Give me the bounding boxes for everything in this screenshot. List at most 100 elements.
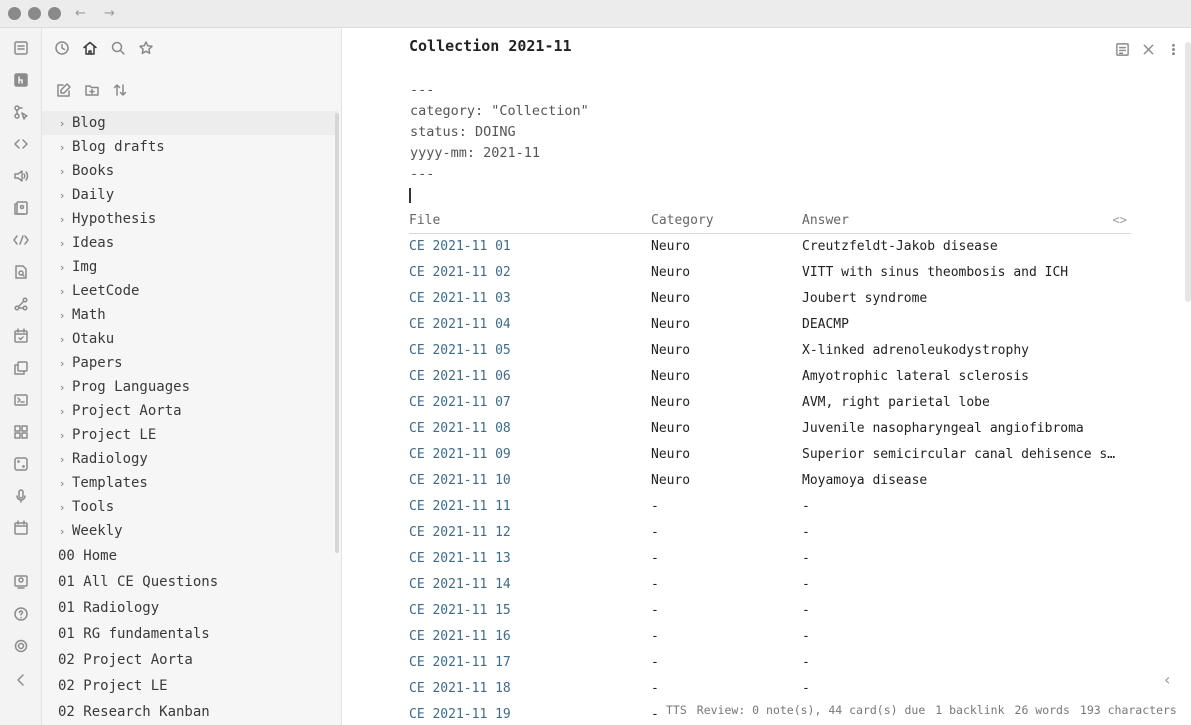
folder-blog-drafts[interactable]: › Blog drafts xyxy=(42,135,338,159)
frontmatter-line[interactable]: --- xyxy=(410,166,434,182)
help-icon[interactable] xyxy=(12,605,30,623)
file-link[interactable]: CE 2021-11 16 xyxy=(409,629,511,644)
frontmatter-line[interactable]: --- xyxy=(410,82,434,98)
file-link[interactable]: CE 2021-11 08 xyxy=(409,421,511,436)
more-options-icon[interactable] xyxy=(1164,40,1182,58)
file-explorer-icon[interactable] xyxy=(12,39,30,57)
file-link[interactable]: CE 2021-11 11 xyxy=(409,499,511,514)
minimize-window-button[interactable] xyxy=(28,7,41,20)
file-link[interactable]: CE 2021-11 03 xyxy=(409,291,511,306)
answer-cell: - xyxy=(802,525,810,540)
file-link[interactable]: CE 2021-11 17 xyxy=(409,655,511,670)
file-02-project-aorta[interactable]: 02 Project Aorta xyxy=(42,647,338,673)
new-folder-icon[interactable] xyxy=(82,80,102,100)
folder-math[interactable]: › Math xyxy=(42,303,338,327)
answer-cell: - xyxy=(802,499,810,514)
percent-icon[interactable] xyxy=(12,231,30,249)
copy-icon[interactable] xyxy=(12,359,30,377)
collapse-ribbon-icon[interactable] xyxy=(12,671,30,689)
file-01-rg-fundamentals[interactable]: 01 RG fundamentals xyxy=(42,621,338,647)
recent-files-icon[interactable] xyxy=(52,38,72,58)
code-toggle-icon[interactable]: <> xyxy=(1113,213,1127,227)
maximize-window-button[interactable] xyxy=(48,7,61,20)
file-link[interactable]: CE 2021-11 13 xyxy=(409,551,511,566)
flashcards-icon[interactable] xyxy=(12,199,30,217)
tts-status[interactable]: TTS xyxy=(666,703,687,717)
vault-switch-icon[interactable] xyxy=(12,573,30,591)
review-status[interactable]: Review: 0 note(s), 44 card(s) due xyxy=(697,703,925,717)
table-row: CE 2021-11 16 - - xyxy=(409,624,1131,650)
folder-otaku[interactable]: › Otaku xyxy=(42,327,338,351)
folder-ideas[interactable]: › Ideas xyxy=(42,231,338,255)
code-icon[interactable] xyxy=(12,135,30,153)
grid-icon[interactable] xyxy=(12,423,30,441)
calendar-icon[interactable] xyxy=(12,519,30,537)
file-link[interactable]: CE 2021-11 19 xyxy=(409,707,511,722)
file-00-home[interactable]: 00 Home xyxy=(42,543,338,569)
graph-cursor-icon[interactable] xyxy=(12,103,30,121)
folder-templates[interactable]: › Templates xyxy=(42,471,338,495)
file-link[interactable]: CE 2021-11 09 xyxy=(409,447,511,462)
close-window-button[interactable] xyxy=(8,7,21,20)
folder-radiology[interactable]: › Radiology xyxy=(42,447,338,471)
chevron-right-icon: › xyxy=(60,356,65,370)
folder-project-le[interactable]: › Project LE xyxy=(42,423,338,447)
backlinks-count[interactable]: 1 backlink xyxy=(935,703,1004,717)
editor-scrollbar[interactable] xyxy=(1185,42,1191,302)
forward-button[interactable]: → xyxy=(104,6,115,21)
frontmatter-line[interactable]: status: DOING xyxy=(410,124,516,140)
expand-right-sidebar-icon[interactable]: ‹ xyxy=(1164,670,1170,689)
hover-editor-icon[interactable] xyxy=(12,71,30,89)
starred-icon[interactable] xyxy=(136,38,156,58)
folder-blog[interactable]: › Blog xyxy=(42,111,338,135)
folder-leetcode[interactable]: › LeetCode xyxy=(42,279,338,303)
file-02-project-le[interactable]: 02 Project LE xyxy=(42,673,338,699)
close-icon[interactable] xyxy=(1139,40,1157,58)
calendar-check-icon[interactable] xyxy=(12,327,30,345)
file-link[interactable]: CE 2021-11 06 xyxy=(409,369,511,384)
file-02-research-kanban[interactable]: 02 Research Kanban xyxy=(42,699,338,725)
sort-icon[interactable] xyxy=(110,80,130,100)
folder-hypothesis[interactable]: › Hypothesis xyxy=(42,207,338,231)
back-button[interactable]: ← xyxy=(75,6,86,21)
file-link[interactable]: CE 2021-11 04 xyxy=(409,317,511,332)
file-link[interactable]: CE 2021-11 05 xyxy=(409,343,511,358)
folder-weekly[interactable]: › Weekly xyxy=(42,519,338,543)
search-file-icon[interactable] xyxy=(12,263,30,281)
terminal-icon[interactable] xyxy=(12,391,30,409)
home-icon[interactable] xyxy=(80,38,100,58)
sidebar-scrollbar[interactable] xyxy=(335,113,339,553)
file-link[interactable]: CE 2021-11 15 xyxy=(409,603,511,618)
file-link[interactable]: CE 2021-11 14 xyxy=(409,577,511,592)
frontmatter-line[interactable]: yyyy-mm: 2021-11 xyxy=(410,145,540,161)
folder-daily[interactable]: › Daily xyxy=(42,183,338,207)
new-note-icon[interactable] xyxy=(54,80,74,100)
column-header-category[interactable]: Category xyxy=(651,213,714,228)
file-01-all-ce-questions[interactable]: 01 All CE Questions xyxy=(42,569,338,595)
file-link[interactable]: CE 2021-11 07 xyxy=(409,395,511,410)
microphone-icon[interactable] xyxy=(12,487,30,505)
table-row: CE 2021-11 06 Neuro Amyotrophic lateral sc… xyxy=(409,364,1131,390)
search-icon[interactable] xyxy=(108,38,128,58)
dice-icon[interactable] xyxy=(12,455,30,473)
folder-project-aorta[interactable]: › Project Aorta xyxy=(42,399,338,423)
folder-books[interactable]: › Books xyxy=(42,159,338,183)
column-header-file[interactable]: File xyxy=(409,213,440,228)
folder-papers[interactable]: › Papers xyxy=(42,351,338,375)
folder-prog-languages[interactable]: › Prog Languages xyxy=(42,375,338,399)
column-header-answer[interactable]: Answer xyxy=(802,213,849,228)
page-title[interactable]: Collection 2021-11 xyxy=(409,37,572,55)
file-01-radiology[interactable]: 01 Radiology xyxy=(42,595,338,621)
reading-view-icon[interactable] xyxy=(1113,40,1131,58)
settings-icon[interactable] xyxy=(12,637,30,655)
tts-speaker-icon[interactable] xyxy=(12,167,30,185)
file-link[interactable]: CE 2021-11 18 xyxy=(409,681,511,696)
folder-img[interactable]: › Img xyxy=(42,255,338,279)
file-link[interactable]: CE 2021-11 10 xyxy=(409,473,511,488)
file-link[interactable]: CE 2021-11 02 xyxy=(409,265,511,280)
frontmatter-line[interactable]: category: "Collection" xyxy=(410,103,589,119)
folder-tools[interactable]: › Tools xyxy=(42,495,338,519)
graph-view-icon[interactable] xyxy=(12,295,30,313)
file-link[interactable]: CE 2021-11 01 xyxy=(409,239,511,254)
file-link[interactable]: CE 2021-11 12 xyxy=(409,525,511,540)
